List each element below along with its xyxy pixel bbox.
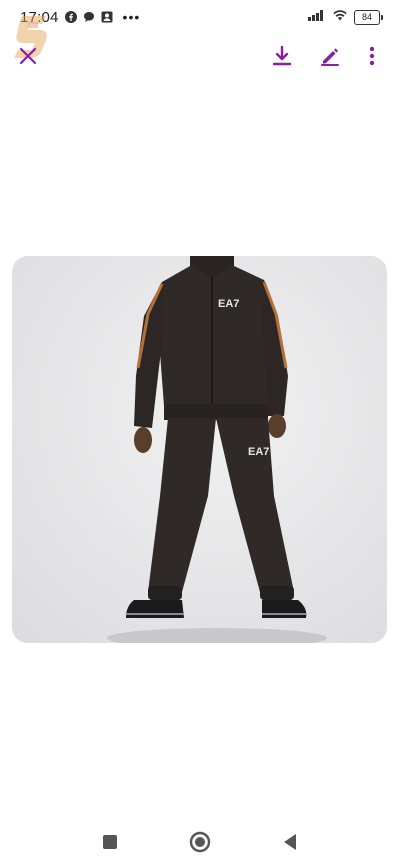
facebook-icon	[64, 11, 77, 23]
status-more-dots: •••	[122, 9, 141, 25]
edit-icon	[319, 45, 341, 72]
tracksuit-illustration	[12, 256, 387, 643]
back-triangle-icon	[282, 833, 298, 856]
chat-bubble-icon	[83, 11, 95, 23]
edit-button[interactable]	[314, 42, 346, 74]
more-options-button[interactable]	[356, 42, 388, 74]
home-button[interactable]	[188, 831, 212, 858]
more-vertical-icon	[369, 46, 375, 71]
status-left: 17:04 •••	[20, 9, 140, 26]
status-bar: 17:04 ••• 84	[0, 0, 400, 34]
download-button[interactable]	[266, 42, 298, 74]
recents-button[interactable]	[98, 832, 122, 856]
battery-icon: 84	[354, 9, 383, 25]
close-button[interactable]	[12, 42, 44, 74]
viewer-toolbar	[0, 38, 400, 78]
signal-icon	[308, 8, 326, 26]
system-nav-bar	[0, 822, 400, 867]
close-icon	[19, 47, 37, 70]
wifi-icon	[332, 8, 348, 26]
contact-card-icon	[101, 11, 113, 23]
circle-home-icon	[189, 831, 211, 858]
back-button[interactable]	[278, 832, 302, 856]
product-photo[interactable]: EA7 EA7	[12, 256, 387, 643]
square-icon	[102, 834, 118, 855]
status-right: 84	[308, 8, 383, 26]
pants-brand-logo: EA7	[248, 446, 270, 458]
download-icon	[271, 45, 293, 72]
jacket-brand-logo: EA7	[218, 298, 240, 310]
status-time: 17:04	[20, 8, 59, 26]
